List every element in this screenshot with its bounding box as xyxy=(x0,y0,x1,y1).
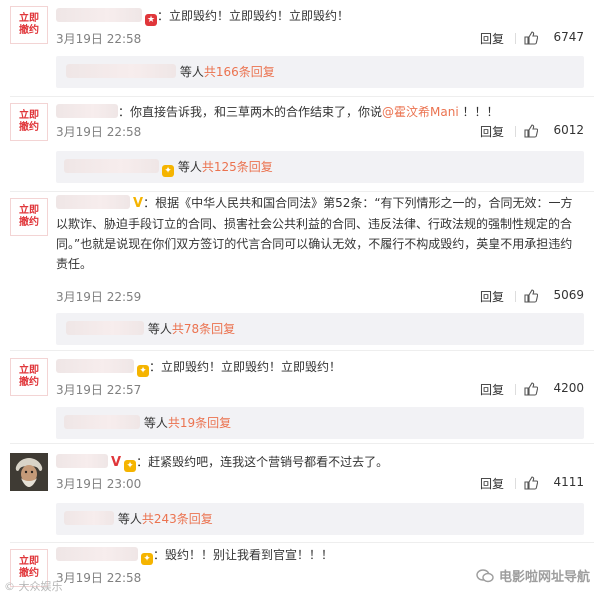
star-icon: ★ xyxy=(145,14,157,26)
thumbs-up-icon xyxy=(524,289,538,303)
username[interactable] xyxy=(56,8,142,22)
verified-icon: V xyxy=(111,455,122,470)
fan-badge-icon: ✦ xyxy=(124,460,137,472)
avatar[interactable]: 立即 撤约 xyxy=(10,198,48,236)
username[interactable] xyxy=(56,547,138,561)
replies-summary[interactable]: 等人共78条回复 xyxy=(56,313,584,345)
comment-text: ：赶紧毁约吧，连我这个营销号都看不过去了。 xyxy=(136,455,389,469)
like-button[interactable]: 6747 xyxy=(524,30,584,45)
timestamp: 3月19日 22:58 xyxy=(56,571,142,585)
like-count: 4111 xyxy=(553,475,584,489)
timestamp: 3月19日 22:58 xyxy=(56,125,142,139)
reply-count-link[interactable]: 共243条回复 xyxy=(142,512,213,526)
comment-text: ：你直接告诉我，和三草两木的合作结束了，你说 xyxy=(118,105,383,119)
timestamp: 3月19日 23:00 xyxy=(56,477,142,491)
avatar[interactable]: 立即 撤约 xyxy=(10,358,48,396)
like-count: 5069 xyxy=(553,288,584,302)
reply-count-link[interactable]: 共166条回复 xyxy=(204,65,275,79)
comment-text: ：毁约！！别让我看到官宣！！！ xyxy=(153,548,334,562)
like-count: 6747 xyxy=(553,30,584,44)
watermark-left: © 大众娱乐 xyxy=(4,580,63,593)
timestamp: 3月19日 22:58 xyxy=(56,32,142,46)
replies-summary[interactable]: 等人共166条回复 xyxy=(56,56,584,88)
reply-count-link[interactable]: 共19条回复 xyxy=(168,416,231,430)
like-button[interactable]: 5069 xyxy=(524,288,584,303)
reply-button[interactable]: 回复 xyxy=(480,475,504,492)
reply-count-link[interactable]: 共125条回复 xyxy=(202,160,273,174)
avatar[interactable]: 立即 撤约 xyxy=(10,6,48,44)
like-button[interactable]: 4111 xyxy=(524,475,584,490)
like-count: 4200 xyxy=(553,381,584,395)
comment-text: ：立即毁约！立即毁约！立即毁约！ xyxy=(157,9,350,23)
avatar[interactable] xyxy=(10,453,48,491)
timestamp: 3月19日 22:57 xyxy=(56,383,142,397)
avatar-photo xyxy=(10,453,48,491)
replies-summary[interactable]: 等人共19条回复 xyxy=(56,407,584,439)
fan-badge-icon: ✦ xyxy=(162,165,174,177)
fan-badge-icon: ✦ xyxy=(137,365,149,377)
fan-badge-icon: ✦ xyxy=(141,553,153,565)
username[interactable] xyxy=(56,359,134,373)
thumbs-up-icon xyxy=(524,124,538,138)
like-count: 6012 xyxy=(553,123,584,137)
like-button[interactable]: 6012 xyxy=(524,123,584,138)
mention-link[interactable]: @霍汶希Mani xyxy=(382,105,459,119)
thumbs-up-icon xyxy=(524,382,538,396)
reply-button[interactable]: 回复 xyxy=(480,288,504,305)
reply-button[interactable]: 回复 xyxy=(480,381,504,398)
username[interactable] xyxy=(56,104,118,118)
avatar[interactable]: 立即 撤约 xyxy=(10,103,48,141)
comment-text: ：立即毁约！立即毁约！立即毁约！ xyxy=(149,360,342,374)
username[interactable] xyxy=(56,195,130,209)
username[interactable] xyxy=(56,454,108,468)
reply-button[interactable]: 回复 xyxy=(480,30,504,47)
like-button[interactable]: 4200 xyxy=(524,381,584,396)
thumbs-up-icon xyxy=(524,31,538,45)
thumbs-up-icon xyxy=(524,476,538,490)
replies-summary[interactable]: 等人共243条回复 xyxy=(56,503,584,535)
reply-count-link[interactable]: 共78条回复 xyxy=(172,322,235,336)
wechat-icon xyxy=(476,569,495,583)
verified-icon: V xyxy=(133,196,144,211)
reply-button[interactable]: 回复 xyxy=(480,123,504,140)
timestamp: 3月19日 22:59 xyxy=(56,290,142,304)
replies-summary[interactable]: ✦ 等人共125条回复 xyxy=(56,151,584,183)
watermark-right: 电影啦网址导航 xyxy=(476,566,590,585)
